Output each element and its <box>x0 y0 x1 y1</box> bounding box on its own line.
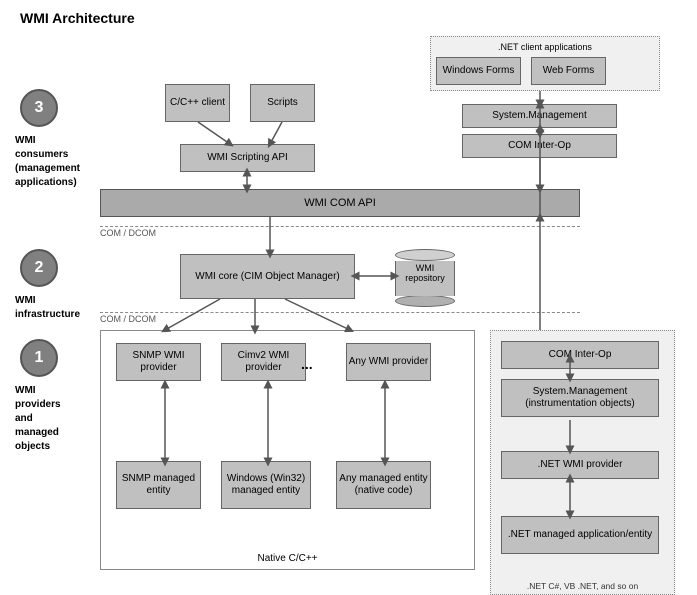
providers-label: WMI providers and managed objects <box>15 384 80 454</box>
snmp-managed-box: SNMP managed entity <box>116 461 201 509</box>
page-title: WMI Architecture <box>20 10 687 26</box>
dotnet-managed-box: .NET managed application/entity <box>501 516 659 554</box>
circle-2: 2 <box>20 249 58 287</box>
wmi-core-box: WMI core (CIM Object Manager) <box>180 254 355 299</box>
com-interop-top-box: COM Inter-Op <box>462 134 617 158</box>
main-container: WMI Architecture .NET client application… <box>0 0 697 583</box>
web-forms-box: Web Forms <box>531 57 606 85</box>
right-region-box: COM Inter-Op System.Management (instrume… <box>490 330 675 595</box>
circle-1: 1 <box>20 339 58 377</box>
dotnet-client-label: .NET client applications <box>433 39 657 55</box>
ccpp-client-box: C/C++ client <box>165 84 230 122</box>
system-mgmt-top-box: System.Management <box>462 104 617 128</box>
com-dcom-top-line: COM / DCOM <box>100 226 580 239</box>
native-region-box: SNMP WMI provider Cimv2 WMI provider Any… <box>100 330 475 570</box>
ellipsis: ... <box>301 356 313 372</box>
any-managed-box: Any managed entity (native code) <box>336 461 431 509</box>
com-interop-right-box: COM Inter-Op <box>501 341 659 369</box>
native-label: Native C/C++ <box>101 553 474 564</box>
com-dcom-bottom-line: COM / DCOM <box>100 312 580 325</box>
infrastructure-label: WMI infrastructure <box>15 294 80 322</box>
consumers-label: WMI consumers (management applications) <box>15 134 80 190</box>
system-mgmt-right-box: System.Management (instrumentation objec… <box>501 379 659 417</box>
cylinder-top <box>395 249 455 261</box>
wmi-scripting-api-box: WMI Scripting API <box>180 144 315 172</box>
any-provider-box: Any WMI provider <box>346 343 431 381</box>
wmi-com-api-box: WMI COM API <box>100 189 580 217</box>
cimv2-provider-box: Cimv2 WMI provider <box>221 343 306 381</box>
circle-3: 3 <box>20 89 58 127</box>
windows-managed-box: Windows (Win32) managed entity <box>221 461 311 509</box>
windows-forms-box: Windows Forms <box>436 57 521 85</box>
diagram-area: .NET client applications Windows Forms W… <box>10 34 690 589</box>
dotnet-client-box: .NET client applications Windows Forms W… <box>430 36 660 91</box>
snmp-provider-box: SNMP WMI provider <box>116 343 201 381</box>
scripts-box: Scripts <box>250 84 315 122</box>
wmi-repository: WMI repository <box>395 249 455 307</box>
cylinder-label: WMI repository <box>395 263 455 283</box>
dotnet-wmi-provider-box: .NET WMI provider <box>501 451 659 479</box>
cylinder-bottom <box>395 295 455 307</box>
